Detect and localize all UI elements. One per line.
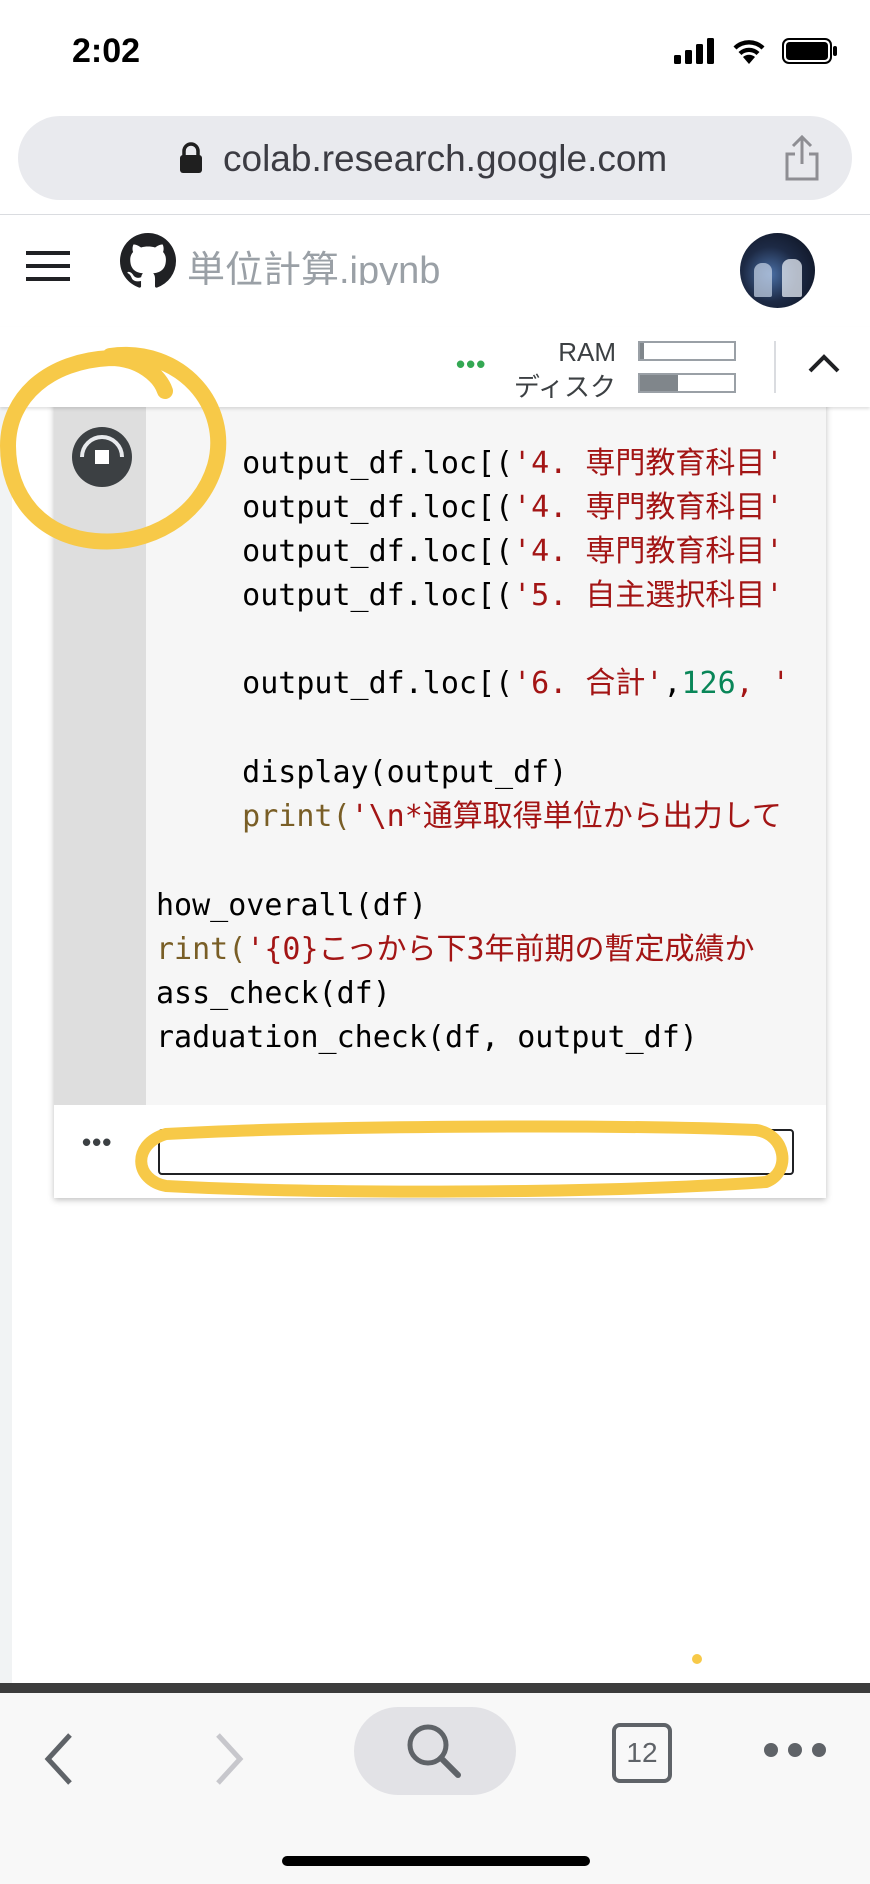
code-text: raduation_check(df, output_df) <box>156 1020 698 1055</box>
address-bar[interactable]: colab.research.google.com <box>18 116 852 200</box>
code-line: ass_check(df) <box>156 974 391 1014</box>
url-text: colab.research.google.com <box>223 138 668 179</box>
cellular-signal-icon <box>674 38 714 64</box>
code-number: 126 <box>681 666 736 701</box>
code-string: '{0}こっから下3年前期の暫定成績か <box>246 932 755 967</box>
code-string: , ' <box>735 666 790 701</box>
code-line: display(output_df) <box>188 753 567 793</box>
back-icon[interactable] <box>40 1731 80 1787</box>
share-icon[interactable] <box>782 134 822 182</box>
code-line: output_df.loc[('4. 専門教育科目' <box>188 532 783 572</box>
user-avatar[interactable] <box>740 233 815 308</box>
code-line: output_df.loc[('6. 合計',126, ' <box>188 664 790 704</box>
code-line: how_overall(df) <box>156 886 427 926</box>
code-text: output_df.loc[( <box>188 666 514 701</box>
code-line: output_df.loc[('4. 専門教育科目' <box>188 444 783 484</box>
code-text: display(output_df) <box>188 755 568 790</box>
code-line: raduation_check(df, output_df) <box>156 1018 698 1058</box>
notebook-left-edge <box>0 407 12 1687</box>
battery-icon <box>782 38 837 64</box>
browser-toolbar: 12 <box>0 1693 870 1884</box>
code-string: '6. 合計' <box>513 666 664 701</box>
code-text: ass_check(df) <box>156 976 391 1011</box>
tab-count: 12 <box>626 1737 658 1768</box>
code-string: '4. 専門教育科目' <box>513 446 784 481</box>
code-function: print( <box>188 799 351 834</box>
page-scroll-edge <box>0 1683 870 1693</box>
status-bar: 2:02 <box>0 0 870 100</box>
notebook-title[interactable]: 単位計算.ipynb <box>187 239 440 285</box>
more-options-icon[interactable] <box>762 1741 828 1759</box>
connected-status-icon[interactable]: ••• <box>456 349 486 380</box>
github-icon <box>120 233 176 288</box>
hamburger-menu-icon[interactable] <box>26 249 70 283</box>
code-text: , <box>663 666 682 701</box>
status-time: 2:02 <box>72 32 141 70</box>
code-line: output_df.loc[('4. 専門教育科目' <box>188 488 783 528</box>
yellow-dot <box>692 1654 702 1664</box>
disk-label: ディスク <box>513 372 616 402</box>
wifi-icon <box>733 40 765 64</box>
highlight-circle-annotation <box>0 346 227 550</box>
home-indicator <box>282 1856 590 1866</box>
output-menu-icon[interactable]: ••• <box>82 1127 112 1158</box>
search-icon <box>407 1724 461 1778</box>
colab-header: 単位計算.ipynb <box>0 214 870 328</box>
code-text: output_df.loc[( <box>188 578 514 613</box>
code-text: how_overall(df) <box>156 888 427 923</box>
forward-icon[interactable] <box>208 1731 248 1787</box>
code-line: print('\n*通算取得単位から出力して <box>188 797 782 837</box>
ram-usage-bar[interactable] <box>638 341 736 361</box>
status-icons <box>674 38 838 64</box>
search-button[interactable] <box>354 1707 516 1795</box>
code-string: '4. 専門教育科目' <box>513 490 784 525</box>
chevron-up-icon[interactable] <box>804 349 844 379</box>
lock-icon <box>180 142 202 173</box>
code-string: '5. 自主選択科目' <box>513 578 784 613</box>
ram-label: RAM <box>558 337 616 367</box>
code-string: '4. 専門教育科目' <box>513 534 784 569</box>
code-function: rint( <box>156 932 247 967</box>
highlight-oval-annotation <box>135 1120 789 1198</box>
code-line: rint('{0}こっから下3年前期の暫定成績か <box>156 930 755 970</box>
disk-usage-bar[interactable] <box>638 373 736 393</box>
code-editor[interactable]: output_df.loc[('3. 外国語科目',1 output_df.lo… <box>146 380 826 1105</box>
code-line: output_df.loc[('5. 自主選択科目' <box>188 576 783 616</box>
code-string: '\n*通算取得単位から出力して <box>350 799 782 834</box>
divider <box>774 341 776 393</box>
tabs-button[interactable]: 12 <box>612 1723 672 1783</box>
